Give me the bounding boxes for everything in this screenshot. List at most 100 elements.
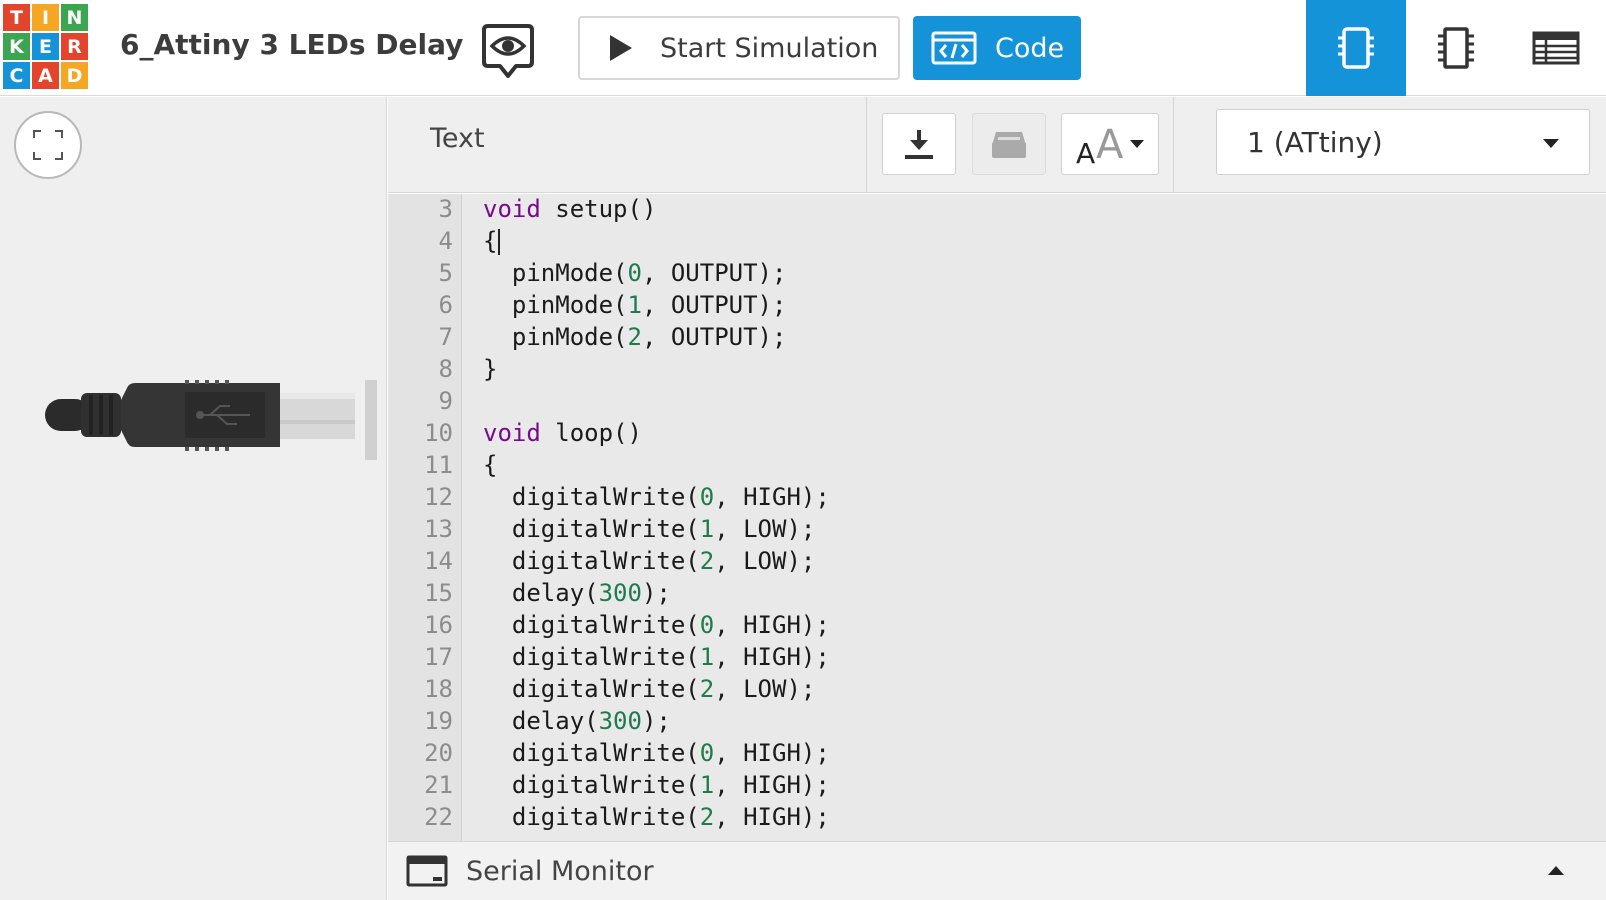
svg-text:A: A [1096, 122, 1124, 166]
chevron-down-icon [1543, 139, 1559, 148]
code-token: 0 [699, 611, 715, 639]
serial-monitor-toggle[interactable]: Serial Monitor [388, 841, 1606, 900]
archive-icon [992, 132, 1026, 158]
line-number: 21 [424, 771, 453, 799]
eye-icon [482, 24, 534, 78]
code-token: pinMode( [483, 291, 628, 319]
usb-cable-connector[interactable] [45, 380, 390, 470]
start-simulation-label: Start Simulation [660, 32, 879, 64]
code-text: digitalWrite(2, LOW); [483, 673, 815, 705]
download-code-button[interactable] [882, 113, 956, 175]
top-toolbar: T I N K E R C A D 6_Attiny 3 LEDs Delay … [0, 0, 1606, 96]
serial-monitor-label: Serial Monitor [466, 855, 654, 887]
code-line: 4{ [388, 225, 1606, 257]
code-token: digitalWrite( [483, 547, 700, 575]
code-line: 7 pinMode(2, OUTPUT); [388, 321, 1606, 353]
code-token: ); [641, 579, 671, 607]
code-line: 6 pinMode(1, OUTPUT); [388, 289, 1606, 321]
line-number: 16 [424, 611, 453, 639]
view-toggle-button[interactable] [480, 20, 536, 82]
svg-text:A: A [1076, 137, 1095, 166]
schematic-view-button[interactable] [1406, 0, 1506, 96]
code-token: 300 [598, 579, 642, 607]
start-simulation-button[interactable]: Start Simulation [578, 16, 900, 80]
code-button[interactable]: Code [913, 16, 1081, 80]
code-line: 12 digitalWrite(0, HIGH); [388, 481, 1606, 513]
code-token: 2 [699, 547, 715, 575]
code-line: 5 pinMode(0, OUTPUT); [388, 257, 1606, 289]
code-text: digitalWrite(0, HIGH); [483, 481, 830, 513]
code-token: 1 [699, 771, 715, 799]
code-line: 14 digitalWrite(2, LOW); [388, 545, 1606, 577]
download-icon [905, 130, 933, 159]
code-text: digitalWrite(1, HIGH); [483, 641, 830, 673]
code-token: , OUTPUT); [641, 259, 787, 287]
code-line: 8} [388, 353, 1606, 385]
line-number: 22 [424, 803, 453, 831]
code-text: digitalWrite(0, HIGH); [483, 609, 830, 641]
zoom-to-fit-button[interactable] [14, 111, 82, 179]
component-list-button[interactable] [1506, 0, 1606, 96]
code-token: 1 [627, 291, 642, 319]
code-token: void [483, 195, 541, 223]
code-line: 18 digitalWrite(2, LOW); [388, 673, 1606, 705]
text-cursor [498, 229, 501, 255]
divider [866, 97, 867, 193]
code-line: 17 digitalWrite(1, HIGH); [388, 641, 1606, 673]
code-token: , HIGH); [714, 771, 830, 799]
line-number: 12 [424, 483, 453, 511]
code-mode-selector[interactable]: Text [430, 123, 485, 154]
code-panel-toolbar: Text A A 1 (ATtiny) [388, 97, 1606, 193]
code-text: digitalWrite(0, HIGH); [483, 737, 830, 769]
code-line: 20 digitalWrite(0, HIGH); [388, 737, 1606, 769]
line-number: 11 [424, 451, 453, 479]
libraries-button[interactable] [972, 113, 1046, 175]
table-icon [1532, 31, 1580, 65]
chevron-up-icon[interactable] [1548, 866, 1564, 875]
logo-letter: K [3, 33, 30, 60]
code-token: void [483, 419, 541, 447]
code-editor-icon [931, 31, 977, 65]
logo-letter: I [32, 4, 59, 31]
line-number: 15 [424, 579, 453, 607]
code-editor[interactable]: 3 void setup() 4{5 pinMode(0, OUTPUT); 6 pi… [388, 194, 1606, 841]
code-text: pinMode(1, OUTPUT); [483, 289, 787, 321]
project-title[interactable]: 6_Attiny 3 LEDs Delay [120, 28, 463, 61]
device-select[interactable]: 1 (ATtiny) [1216, 109, 1590, 175]
code-text: void setup() [483, 194, 656, 225]
code-text: digitalWrite(2, HIGH); [483, 801, 830, 833]
code-token: , LOW); [714, 675, 816, 703]
tinkercad-logo[interactable]: T I N K E R C A D [3, 4, 88, 90]
code-token: 2 [699, 675, 715, 703]
divider [1173, 97, 1174, 193]
code-token: 0 [627, 259, 642, 287]
code-line: 19 delay(300); [388, 705, 1606, 737]
code-token: , OUTPUT); [641, 323, 787, 351]
code-line: 21 digitalWrite(1, HIGH); [388, 769, 1606, 801]
code-text: digitalWrite(2, LOW); [483, 545, 815, 577]
logo-letter: D [61, 62, 88, 89]
line-number: 8 [438, 355, 453, 383]
font-size-dropdown[interactable]: A A [1061, 113, 1159, 175]
code-token: 0 [699, 739, 715, 767]
code-token: 2 [699, 803, 715, 831]
code-token: digitalWrite( [483, 483, 700, 511]
code-line: 3 void setup() [388, 194, 1606, 225]
code-token: digitalWrite( [483, 739, 700, 767]
code-token: ); [641, 707, 671, 735]
code-token: delay( [483, 707, 599, 735]
chip-icon [1438, 27, 1474, 69]
component-view-button[interactable] [1306, 0, 1406, 96]
code-token: digitalWrite( [483, 611, 700, 639]
code-token: digitalWrite( [483, 643, 700, 671]
code-line: 9 [388, 385, 1606, 417]
code-text: pinMode(0, OUTPUT); [483, 257, 787, 289]
code-token: { [483, 451, 498, 479]
code-token: pinMode( [483, 323, 628, 351]
line-number: 6 [438, 291, 453, 319]
code-token: , HIGH); [714, 611, 830, 639]
code-text: delay(300); [483, 577, 671, 609]
circuit-workspace[interactable] [0, 97, 387, 900]
code-token: 0 [699, 483, 715, 511]
component-icon [1338, 27, 1374, 69]
